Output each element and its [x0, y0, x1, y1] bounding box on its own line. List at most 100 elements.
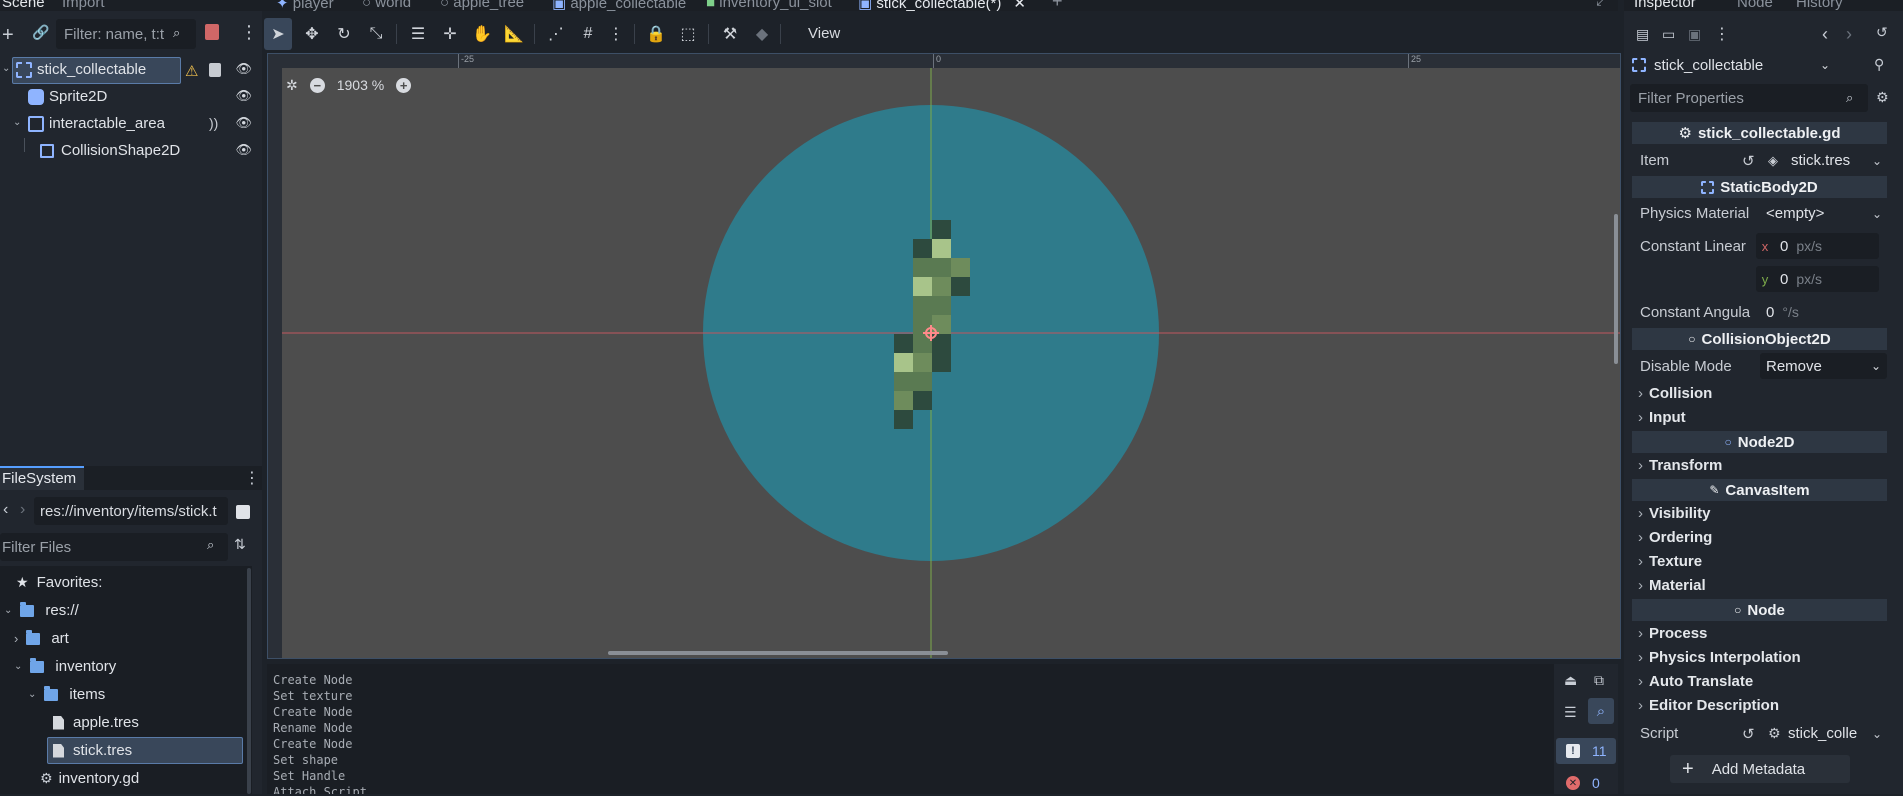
- visibility-eye-icon[interactable]: 👁: [235, 88, 252, 104]
- visibility-eye-icon[interactable]: 👁: [235, 142, 252, 158]
- search-toggle-icon[interactable]: ⌕: [1588, 698, 1614, 724]
- prop-value[interactable]: stick.tres: [1791, 152, 1850, 169]
- kebab-menu-icon[interactable]: ⋮: [1714, 24, 1730, 44]
- chevron-down-icon[interactable]: ⌄: [1872, 727, 1882, 741]
- warning-icon[interactable]: ⚠: [185, 62, 198, 80]
- zoom-level[interactable]: 1903 %: [337, 77, 384, 93]
- group-collision[interactable]: Collision: [1638, 385, 1712, 402]
- group-editor-description[interactable]: Editor Description: [1638, 697, 1779, 714]
- group-auto-translate[interactable]: Auto Translate: [1638, 673, 1753, 690]
- attached-script-icon[interactable]: [209, 63, 221, 77]
- pan-hand-icon[interactable]: ✋: [468, 18, 496, 50]
- add-node-icon[interactable]: +: [2, 24, 14, 47]
- group-icon[interactable]: ⬚: [674, 18, 702, 50]
- tab-stick-collectable[interactable]: ▣ stick_collectable(*) ✕: [858, 0, 1026, 11]
- list-select-icon[interactable]: ☰: [404, 18, 432, 50]
- tab-player[interactable]: ✦ player: [276, 0, 334, 11]
- fs-file-inventory-gd[interactable]: ⚙ inventory.gd: [40, 765, 139, 792]
- expand-arrow-icon[interactable]: ›: [14, 631, 18, 646]
- grid-snap-icon[interactable]: #: [574, 18, 602, 50]
- split-view-icon[interactable]: [236, 505, 250, 519]
- tab-history[interactable]: History: [1796, 0, 1843, 11]
- zoom-in-icon[interactable]: +: [396, 77, 412, 93]
- collapse-arrow-icon[interactable]: ⌄: [4, 605, 12, 616]
- smart-snap-icon[interactable]: ⋰: [542, 18, 570, 50]
- error-filter-button[interactable]: ✕ 0: [1556, 770, 1616, 796]
- script-icon[interactable]: [205, 24, 219, 40]
- docs-icon[interactable]: ⚲: [1874, 56, 1884, 73]
- collapse-arrow-icon[interactable]: ⌄: [14, 661, 22, 672]
- copy-icon[interactable]: ⧉: [1594, 672, 1604, 689]
- bone-icon[interactable]: ⚒: [716, 18, 744, 50]
- constant-linear-y-field[interactable]: y 0 px/s: [1756, 266, 1879, 292]
- fs-folder-art[interactable]: › art: [14, 625, 69, 652]
- group-visibility[interactable]: Visibility: [1638, 505, 1710, 522]
- visibility-eye-icon[interactable]: 👁: [235, 61, 252, 77]
- tree-node-interactable-area[interactable]: ⌄ interactable_area )) 👁: [0, 111, 262, 138]
- v-scrollbar[interactable]: [1614, 214, 1618, 364]
- group-material[interactable]: Material: [1638, 577, 1706, 594]
- collapse-arrow-icon[interactable]: ⌄: [28, 689, 36, 700]
- path-field[interactable]: res://inventory/items/stick.t: [34, 497, 228, 525]
- object-selector[interactable]: stick_collectable ⌄: [1630, 52, 1834, 78]
- group-input[interactable]: Input: [1638, 409, 1686, 426]
- close-icon[interactable]: ✕: [1013, 0, 1026, 11]
- clear-log-icon[interactable]: ⏏: [1564, 672, 1577, 689]
- disable-mode-select[interactable]: Remove ⌄: [1760, 353, 1887, 379]
- rotate-mode-icon[interactable]: ↻: [330, 18, 358, 50]
- group-ordering[interactable]: Ordering: [1638, 529, 1712, 546]
- fs-file-stick[interactable]: stick.tres: [53, 737, 132, 764]
- tree-node-sprite2d[interactable]: Sprite2D 👁: [0, 84, 262, 111]
- add-metadata-button[interactable]: + Add Metadata: [1670, 755, 1850, 783]
- open-folder-icon[interactable]: ▭: [1662, 26, 1675, 43]
- filter-properties-input[interactable]: Filter Properties: [1630, 84, 1868, 112]
- constant-angular-field[interactable]: 0 °/s: [1756, 299, 1879, 325]
- visibility-eye-icon[interactable]: 👁: [235, 115, 252, 131]
- select-mode-icon[interactable]: ➤: [264, 18, 292, 50]
- zoom-out-icon[interactable]: −: [309, 77, 325, 93]
- sort-icon[interactable]: ⇅: [234, 536, 246, 553]
- group-texture[interactable]: Texture: [1638, 553, 1702, 570]
- tab-import[interactable]: Import: [62, 0, 105, 11]
- property-settings-icon[interactable]: ⚙: [1876, 89, 1889, 106]
- fs-favorites[interactable]: ★ Favorites:: [16, 569, 102, 596]
- revert-icon[interactable]: ↺: [1742, 725, 1755, 743]
- filter-files-input[interactable]: Filter Files: [0, 533, 228, 561]
- kebab-menu-icon[interactable]: ⋮: [244, 468, 260, 488]
- chevron-down-icon[interactable]: ⌄: [1872, 207, 1882, 221]
- tab-inventory-ui-slot[interactable]: ■ inventory_ui_slot: [706, 0, 832, 11]
- ruler-icon[interactable]: 📐: [500, 18, 528, 50]
- output-log[interactable]: Create Node Set texture Create Node Rena…: [267, 664, 1554, 794]
- lock-icon[interactable]: 🔒: [642, 18, 670, 50]
- view-menu[interactable]: View: [808, 25, 840, 42]
- fs-file-apple[interactable]: apple.tres: [53, 709, 139, 736]
- history-back-icon[interactable]: ‹: [1822, 24, 1828, 45]
- tab-inspector[interactable]: Inspector: [1634, 0, 1696, 11]
- tree-node-collisionshape2d[interactable]: CollisionShape2D 👁: [0, 138, 262, 165]
- tab-apple-tree[interactable]: ○ apple_tree: [440, 0, 524, 11]
- pivot-icon[interactable]: ✛: [436, 18, 464, 50]
- back-arrow-icon[interactable]: ‹: [3, 501, 8, 519]
- group-process[interactable]: Process: [1638, 625, 1707, 642]
- forward-arrow-icon[interactable]: ›: [20, 501, 25, 519]
- snap-options-icon[interactable]: ⋮: [602, 18, 630, 50]
- tab-node[interactable]: Node: [1737, 0, 1773, 11]
- scale-mode-icon[interactable]: ⤡: [362, 18, 390, 50]
- new-tab-icon[interactable]: +: [1052, 0, 1063, 11]
- constant-linear-x-field[interactable]: x 0 px/s: [1756, 233, 1879, 259]
- collapse-icon[interactable]: ☰: [1564, 704, 1577, 721]
- fs-scrollbar[interactable]: [247, 568, 251, 794]
- kebab-menu-icon[interactable]: ⋮: [240, 22, 258, 43]
- move-mode-icon[interactable]: ✥: [298, 18, 326, 50]
- tab-apple-collectable[interactable]: ▣ apple_collectable: [552, 0, 686, 11]
- group-physics-interpolation[interactable]: Physics Interpolation: [1638, 649, 1801, 666]
- signal-icon[interactable]: )): [209, 115, 218, 131]
- link-icon[interactable]: 🔗: [32, 24, 49, 41]
- fs-res-root[interactable]: ⌄ res://: [4, 597, 79, 624]
- camera-override-icon[interactable]: ◆: [748, 18, 776, 50]
- object-history-icon[interactable]: ↺: [1876, 24, 1888, 41]
- tab-scene[interactable]: Scene: [2, 0, 45, 11]
- prop-value[interactable]: <empty>: [1766, 205, 1824, 222]
- collapse-arrow-icon[interactable]: ⌄: [2, 63, 10, 74]
- fs-folder-inventory[interactable]: ⌄ inventory: [14, 653, 116, 680]
